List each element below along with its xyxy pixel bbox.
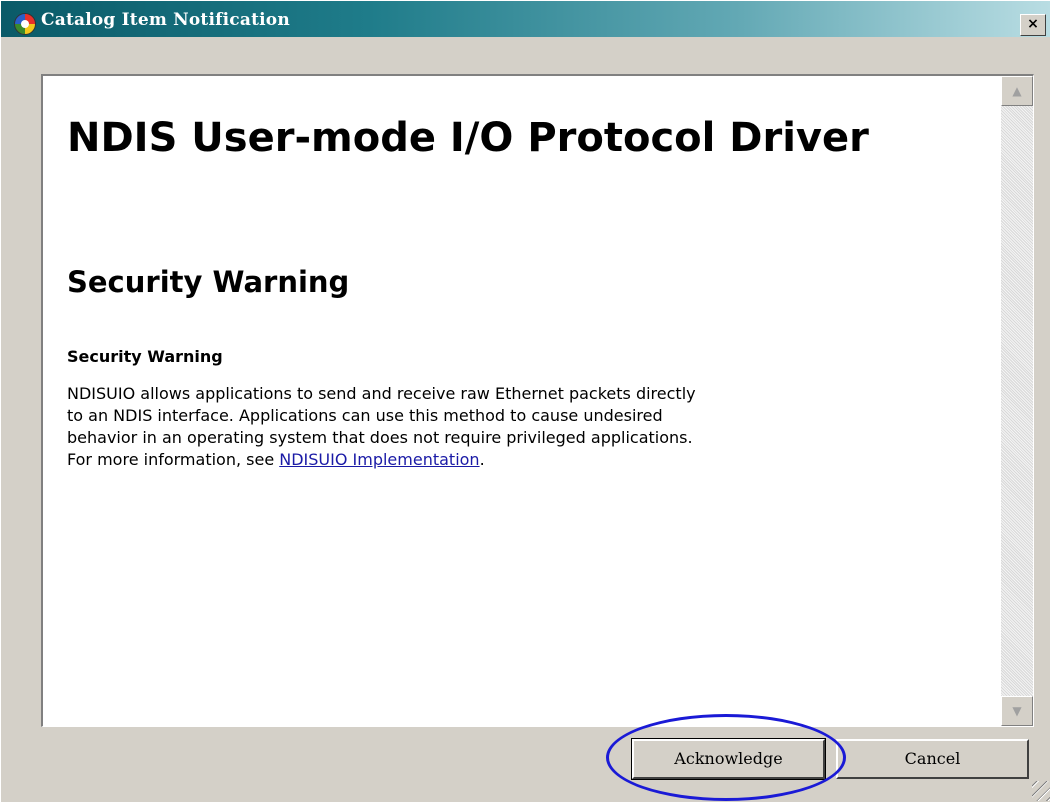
notification-document: NDIS User-mode I/O Protocol Driver Secur… [43, 76, 1001, 726]
warning-title: Security Warning [67, 347, 223, 366]
catalog-app-icon [14, 13, 36, 35]
content-frame: NDIS User-mode I/O Protocol Driver Secur… [41, 74, 1034, 727]
close-icon: × [1027, 16, 1039, 32]
more-info-line: For more information, see NDISUIO Implem… [67, 449, 967, 471]
warning-body: NDISUIO allows applications to send and … [67, 383, 967, 471]
section-heading: Security Warning [67, 265, 350, 299]
title-bar[interactable]: Catalog Item Notification × [1, 1, 1050, 37]
close-button[interactable]: × [1020, 14, 1046, 36]
warning-body-line: NDISUIO allows applications to send and … [67, 384, 696, 403]
window-title: Catalog Item Notification [41, 10, 290, 30]
more-info-prefix: For more information, see [67, 450, 280, 469]
warning-body-line: behavior in an operating system that doe… [67, 428, 693, 447]
page-title: NDIS User-mode I/O Protocol Driver [67, 115, 869, 161]
cancel-button[interactable]: Cancel [836, 739, 1029, 779]
scroll-down-arrow-icon: ▼ [1012, 704, 1022, 718]
resize-grip-icon[interactable] [1032, 781, 1050, 801]
scroll-up-button[interactable]: ▲ [1001, 76, 1033, 106]
more-info-suffix: . [479, 450, 485, 469]
ndisuio-implementation-link[interactable]: NDISUIO Implementation [279, 450, 479, 469]
vertical-scrollbar[interactable]: ▲ ▼ [1001, 76, 1033, 726]
dialog-window: Catalog Item Notification × NDIS User-mo… [0, 0, 1051, 803]
scroll-up-arrow-icon: ▲ [1012, 84, 1022, 98]
scroll-down-button[interactable]: ▼ [1001, 696, 1033, 726]
warning-body-line: to an NDIS interface. Applications can u… [67, 406, 663, 425]
acknowledge-button[interactable]: Acknowledge [631, 738, 826, 780]
